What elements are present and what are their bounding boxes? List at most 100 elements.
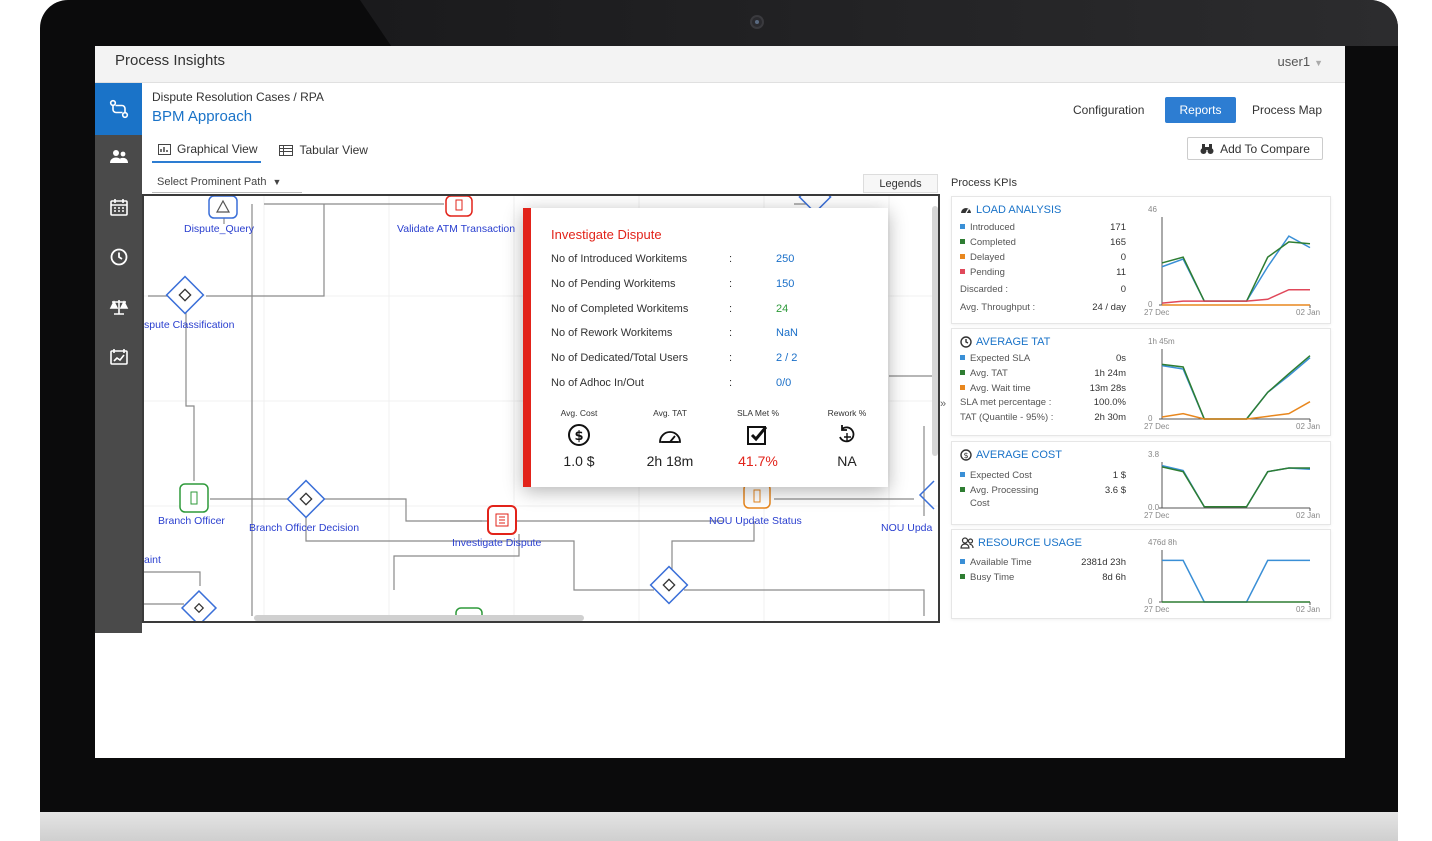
line-chart-svg bbox=[1159, 217, 1311, 308]
horizontal-scrollbar[interactable] bbox=[254, 615, 584, 621]
balance-scale-icon bbox=[109, 300, 128, 315]
nav-users[interactable] bbox=[95, 137, 142, 177]
node-detail-popup: Investigate Dispute No of Introduced Wor… bbox=[523, 208, 888, 487]
chart-xstart-label: 27 Dec bbox=[1144, 511, 1170, 520]
kpi-legend-value: 8d 6h bbox=[1102, 572, 1126, 583]
clock-icon bbox=[960, 336, 972, 348]
left-nav bbox=[95, 83, 142, 633]
average-tat-label: AVERAGE TAT bbox=[976, 336, 1051, 348]
double-chevron-right-icon[interactable]: » bbox=[940, 398, 946, 410]
node-nou-update-status[interactable]: NOU Update Status bbox=[709, 515, 802, 527]
chart-series-line bbox=[1161, 355, 1311, 420]
popup-metric: SLA Met % 41.7% bbox=[718, 408, 798, 469]
nav-analytics[interactable] bbox=[95, 337, 142, 377]
app-title: Process Insights bbox=[115, 52, 226, 69]
chart-ymax-label: 476d 8h bbox=[1148, 538, 1177, 547]
camera bbox=[750, 15, 764, 29]
average-tat-card: AVERAGE TAT Expected SLA 0s Avg. TAT 1h 24m… bbox=[951, 328, 1331, 436]
kpi-legend-row: Pending 11 bbox=[960, 267, 1126, 281]
prominent-path-select[interactable]: Select Prominent Path ▼ bbox=[152, 175, 302, 193]
chart-board-icon bbox=[109, 349, 128, 365]
load-analysis-label: LOAD ANALYSIS bbox=[976, 204, 1062, 216]
kpi-legend-row: Expected Cost 1 $ bbox=[960, 470, 1126, 484]
legends-button[interactable]: Legends bbox=[863, 174, 938, 193]
kpi-legend-value: 0 bbox=[1120, 252, 1126, 263]
throughput-row: Avg. Throughput : 24 / day bbox=[960, 302, 1126, 316]
popup-stat-row: No of Dedicated/Total Users: 2 / 2 bbox=[551, 352, 881, 370]
kpi-legend-row: Introduced 171 bbox=[960, 222, 1126, 236]
load-analysis-title: LOAD ANALYSIS bbox=[960, 204, 1061, 216]
legend-swatch bbox=[960, 355, 965, 360]
nav-compare[interactable] bbox=[95, 287, 142, 327]
kpi-legend-label: Completed bbox=[970, 237, 1016, 248]
resource-usage-title: RESOURCE USAGE bbox=[960, 537, 1082, 549]
discarded-label: Discarded : bbox=[960, 284, 1009, 295]
node-dispute-query[interactable]: Dispute_Query bbox=[184, 223, 254, 235]
popup-metric-label: Rework % bbox=[827, 408, 867, 418]
popup-metric-label: Avg. TAT bbox=[653, 408, 687, 418]
sla-met-value: 100.0% bbox=[1093, 397, 1126, 408]
average-tat-title: AVERAGE TAT bbox=[960, 336, 1050, 348]
chart-series-line bbox=[1161, 357, 1311, 420]
average-tat-chart: 1h 45m 0 27 Dec 02 Jan bbox=[1142, 335, 1322, 433]
user-menu[interactable]: user1 ▼ bbox=[1278, 54, 1323, 69]
node-dispute-classification[interactable]: spute Classification bbox=[144, 319, 234, 331]
tab-graphical-view[interactable]: Graphical View bbox=[152, 141, 262, 163]
kpi-legend-row: Expected SLA 0s bbox=[960, 353, 1126, 367]
kpi-legend-label: Expected Cost bbox=[970, 470, 1032, 481]
average-cost-title: $ AVERAGE COST bbox=[960, 449, 1062, 461]
kpi-legend-value: 1 $ bbox=[1112, 470, 1126, 481]
svg-text:$: $ bbox=[963, 451, 968, 460]
chart-xstart-label: 27 Dec bbox=[1144, 308, 1170, 317]
popup-stat-value: 250 bbox=[776, 253, 795, 265]
popup-stat-value: 2 / 2 bbox=[776, 352, 798, 365]
page-title: BPM Approach bbox=[152, 108, 253, 125]
configuration-link[interactable]: Configuration bbox=[1073, 103, 1144, 117]
kpi-legend-label: Avg. TAT bbox=[970, 368, 1008, 379]
nav-calendar[interactable] bbox=[95, 187, 142, 227]
process-kpis-title: Process KPIs bbox=[951, 177, 1018, 189]
nav-process-map[interactable] bbox=[95, 83, 142, 135]
nav-history[interactable] bbox=[95, 237, 142, 277]
kpi-legend-row: Avg. Processing 3.6 $ bbox=[960, 485, 1126, 499]
kpi-legend-label: Avg. Wait time bbox=[970, 383, 1031, 394]
popup-metric-value: 41.7% bbox=[738, 453, 778, 469]
vertical-scrollbar[interactable] bbox=[932, 206, 938, 456]
dollar-circle-icon: $ bbox=[960, 449, 972, 461]
rework-cycle-icon bbox=[807, 422, 887, 448]
node-investigate-dispute[interactable]: Investigate Dispute bbox=[452, 537, 541, 549]
discarded-row: Discarded : 0 bbox=[960, 284, 1126, 298]
reports-button[interactable]: Reports bbox=[1165, 97, 1236, 123]
popup-stat-separator: : bbox=[729, 327, 733, 340]
kpi-legend-row: Avg. TAT 1h 24m bbox=[960, 368, 1126, 382]
checkbox-icon bbox=[718, 422, 798, 448]
kpi-legend-label: Delayed bbox=[970, 252, 1005, 263]
node-validate-atm-transaction[interactable]: Validate ATM Transaction bbox=[397, 223, 515, 235]
kpi-legend-value: 2381d 23h bbox=[1081, 557, 1126, 568]
node-nou-update[interactable]: NOU Upda bbox=[881, 522, 932, 534]
breadcrumb: Dispute Resolution Cases / RPA bbox=[152, 90, 324, 104]
bezel-glare bbox=[360, 0, 1398, 46]
node-branch-officer-decision[interactable]: Branch Officer Decision bbox=[249, 522, 359, 534]
popup-stat-label: No of Dedicated/Total Users bbox=[551, 352, 688, 365]
resource-usage-card: RESOURCE USAGE Available Time 2381d 23h Bu… bbox=[951, 529, 1331, 619]
process-map-link[interactable]: Process Map bbox=[1252, 103, 1322, 117]
throughput-value: 24 / day bbox=[1092, 302, 1126, 313]
kpi-legend-row: Delayed 0 bbox=[960, 252, 1126, 266]
tat-quantile-value: 2h 30m bbox=[1094, 412, 1126, 423]
kpi-legend-label: Available Time bbox=[970, 557, 1032, 568]
chart-axis bbox=[1161, 550, 1310, 603]
users-icon bbox=[109, 150, 128, 163]
laptop-base bbox=[40, 812, 1398, 841]
popup-stat-label: No of Rework Workitems bbox=[551, 327, 673, 340]
chart-series-line bbox=[1161, 288, 1310, 304]
popup-stat-row: No of Introduced Workitems: 250 bbox=[551, 253, 881, 271]
add-to-compare-button[interactable]: Add To Compare bbox=[1187, 137, 1323, 160]
popup-stat-value: 24 bbox=[776, 302, 789, 315]
clock-icon bbox=[110, 248, 127, 266]
popup-stat-label: No of Completed Workitems bbox=[551, 302, 689, 315]
node-branch-officer[interactable]: Branch Officer bbox=[158, 515, 225, 527]
tab-tabular-view[interactable]: Tabular View bbox=[273, 141, 371, 163]
node-complaint[interactable]: aint bbox=[144, 554, 161, 566]
chart-ymax-label: 46 bbox=[1148, 205, 1157, 214]
